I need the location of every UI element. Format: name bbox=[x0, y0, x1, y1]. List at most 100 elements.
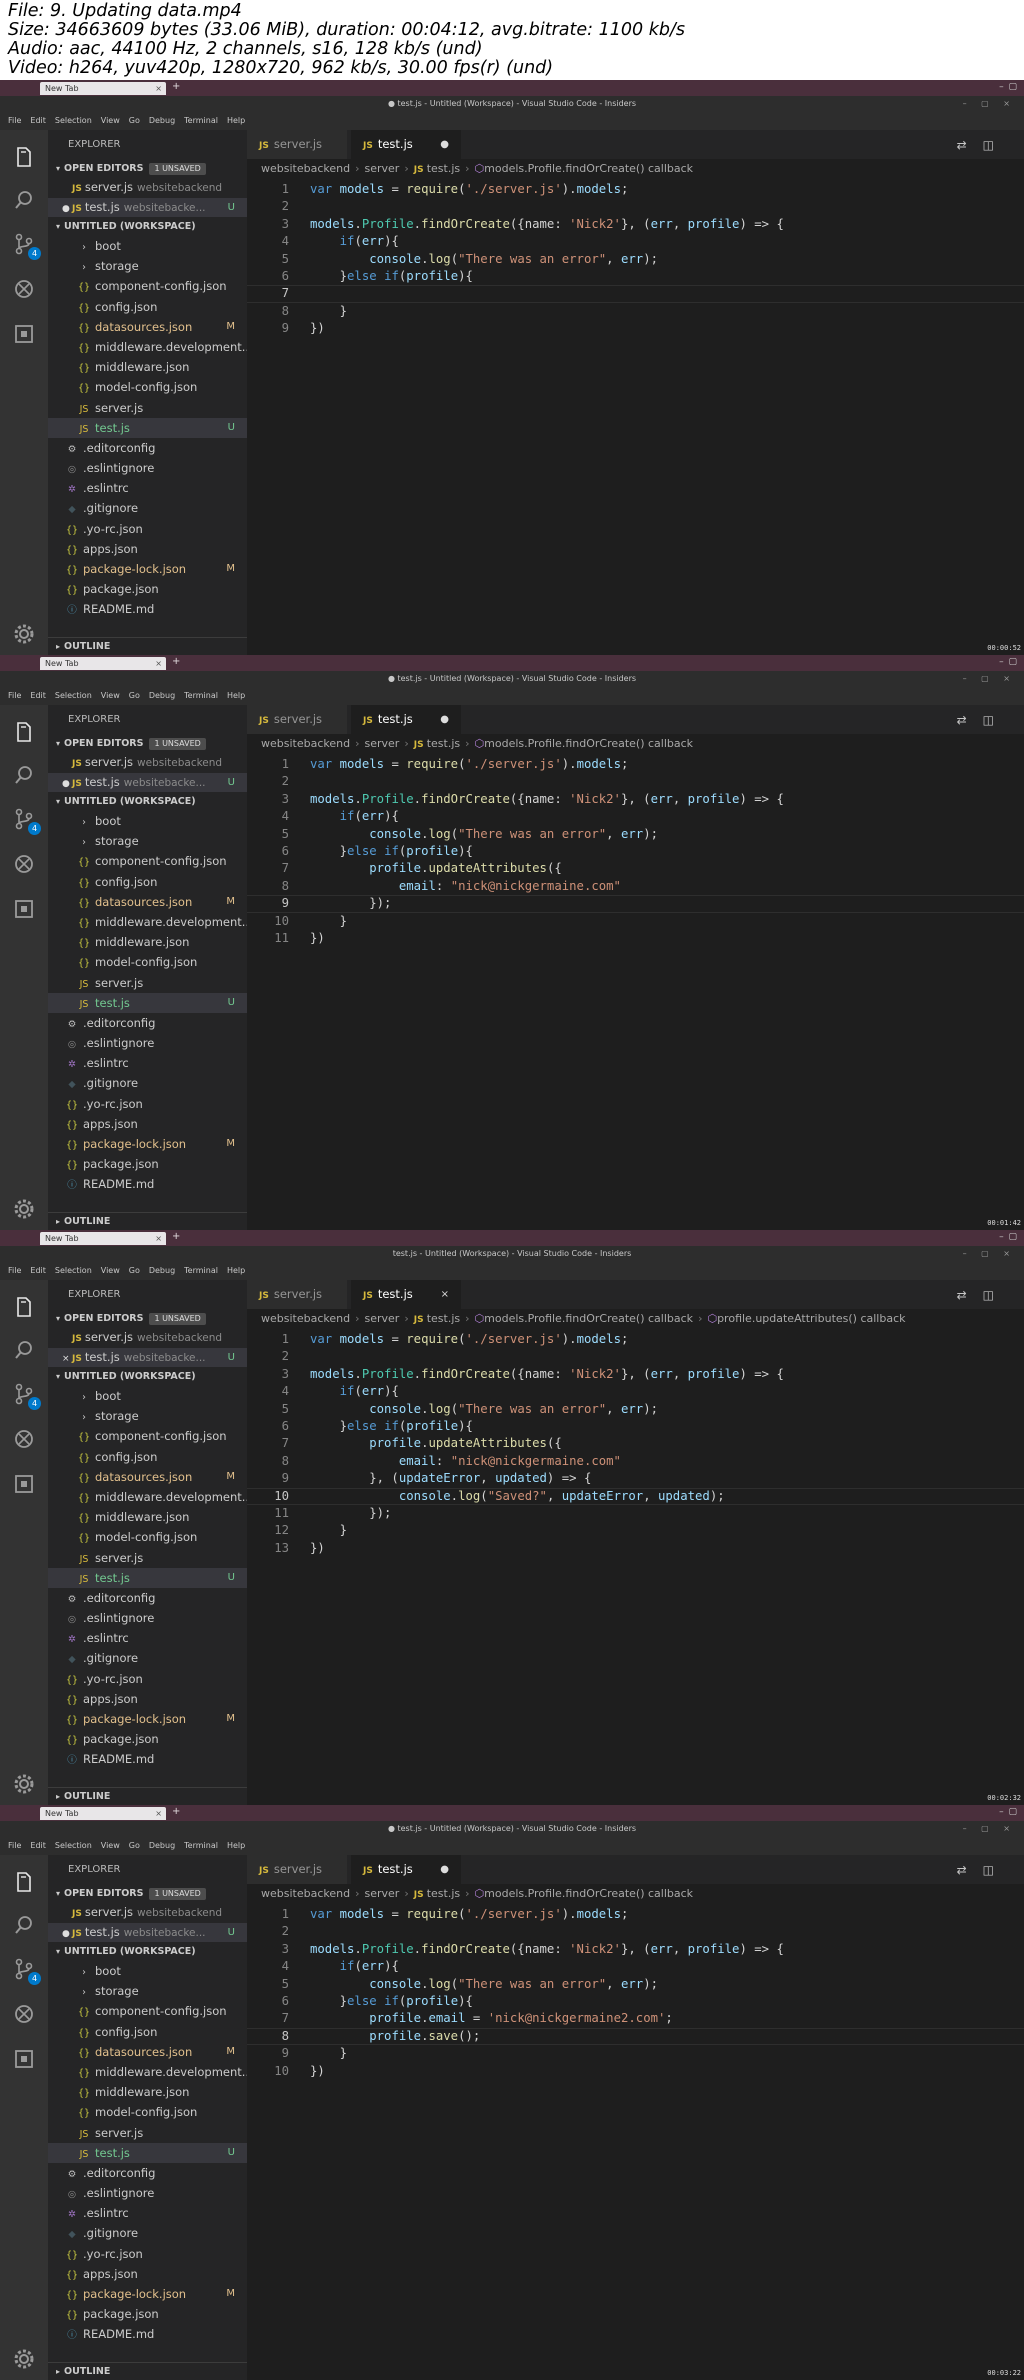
tree-item[interactable]: {} package.json bbox=[48, 1729, 247, 1749]
tree-item[interactable]: › storage bbox=[48, 831, 247, 851]
breadcrumb-item[interactable]: websitebackend bbox=[261, 162, 350, 175]
tree-item[interactable]: ✲ .eslintrc bbox=[48, 2203, 247, 2223]
tree-item[interactable]: ◆ .gitignore bbox=[48, 498, 247, 518]
tab-status[interactable]: ● bbox=[440, 130, 449, 159]
code-editor[interactable]: 1 var models = require('./server.js').mod… bbox=[247, 1906, 1024, 2080]
tree-item[interactable]: {} apps.json bbox=[48, 1114, 247, 1134]
tree-item[interactable]: ◆ .gitignore bbox=[48, 1073, 247, 1093]
menu-item[interactable]: Debug bbox=[149, 691, 175, 700]
close-icon[interactable]: × bbox=[155, 659, 162, 668]
window-controls[interactable]: – ▢ × bbox=[963, 1246, 1016, 1262]
split-editor-icon[interactable]: ◫ bbox=[983, 138, 1010, 152]
menu-item[interactable]: Help bbox=[227, 1841, 245, 1850]
breadcrumb-item[interactable]: server bbox=[365, 1312, 400, 1325]
menu-item[interactable]: Go bbox=[129, 116, 140, 125]
tree-item[interactable]: ◎ .eslintignore bbox=[48, 1608, 247, 1628]
code-line[interactable]: 9 } bbox=[247, 2045, 1024, 2062]
menu-item[interactable]: Edit bbox=[30, 691, 46, 700]
window-controls[interactable]: – ▢ bbox=[999, 1807, 1018, 1817]
breadcrumb-item[interactable]: models.Profile.findOrCreate() callback bbox=[484, 1312, 693, 1325]
menu-item[interactable]: Terminal bbox=[184, 1266, 218, 1275]
open-editor-status[interactable]: × bbox=[62, 1350, 72, 1368]
menu-item[interactable]: Go bbox=[129, 1841, 140, 1850]
breadcrumb-item[interactable]: test.js bbox=[427, 737, 460, 750]
code-editor[interactable]: 1 var models = require('./server.js').mod… bbox=[247, 756, 1024, 947]
editor-actions[interactable]: ⇄◫ bbox=[957, 713, 1010, 727]
code-editor[interactable]: 1 var models = require('./server.js').mod… bbox=[247, 1331, 1024, 1557]
code-line[interactable]: 3 models.Profile.findOrCreate({name: 'Nic… bbox=[247, 1941, 1024, 1958]
debug-icon[interactable] bbox=[12, 1427, 36, 1451]
code-line[interactable]: 9 }); bbox=[247, 895, 1024, 912]
breadcrumb-item[interactable]: models.Profile.findOrCreate() callback bbox=[484, 1887, 693, 1900]
tree-item[interactable]: {} package-lock.json M bbox=[48, 1134, 247, 1154]
tree-item[interactable]: {} apps.json bbox=[48, 1689, 247, 1709]
menu-item[interactable]: File bbox=[8, 116, 21, 125]
workspace-header[interactable]: ▾ UNTITLED (WORKSPACE) bbox=[48, 217, 247, 236]
window-controls[interactable]: – ▢ bbox=[999, 82, 1018, 92]
tree-item[interactable]: {} middleware.development... bbox=[48, 337, 247, 357]
browser-tab[interactable]: New Tab × bbox=[40, 82, 166, 95]
menu-item[interactable]: Debug bbox=[149, 1266, 175, 1275]
tree-item[interactable]: {} datasources.json M bbox=[48, 892, 247, 912]
window-controls[interactable]: – ▢ bbox=[999, 1232, 1018, 1242]
tree-item[interactable]: {} config.json bbox=[48, 1447, 247, 1467]
code-line[interactable]: 10 console.log("Saved?", updateError, up… bbox=[247, 1488, 1024, 1505]
files-icon[interactable] bbox=[12, 145, 36, 169]
tree-item[interactable]: ⚙ .editorconfig bbox=[48, 1013, 247, 1033]
outline-header[interactable]: ▸ OUTLINE bbox=[48, 2362, 247, 2380]
open-editor-item[interactable]: JS server.js websitebackend bbox=[48, 1903, 247, 1923]
tree-item[interactable]: JS test.js U bbox=[48, 992, 247, 1013]
code-line[interactable]: 11}) bbox=[247, 930, 1024, 947]
extensions-icon[interactable] bbox=[12, 897, 36, 921]
outline-header[interactable]: ▸ OUTLINE bbox=[48, 1787, 247, 1805]
split-compare-icon[interactable]: ⇄ bbox=[957, 713, 983, 727]
tree-item[interactable]: JS server.js bbox=[48, 398, 247, 418]
breadcrumb-item[interactable]: models.Profile.findOrCreate() callback bbox=[484, 162, 693, 175]
tab-server-js[interactable]: JS server.js bbox=[247, 1280, 347, 1309]
tree-item[interactable]: {} component-config.json bbox=[48, 2001, 247, 2021]
tree-item[interactable]: {} config.json bbox=[48, 297, 247, 317]
tree-item[interactable]: {} component-config.json bbox=[48, 1426, 247, 1446]
tree-item[interactable]: {} .yo-rc.json bbox=[48, 1094, 247, 1114]
tree-item[interactable]: › boot bbox=[48, 1961, 247, 1981]
breadcrumb-item[interactable]: websitebackend bbox=[261, 1312, 350, 1325]
search-icon[interactable] bbox=[12, 1338, 36, 1362]
close-icon[interactable]: × bbox=[155, 1234, 162, 1243]
tree-item[interactable]: ⓘ README.md bbox=[48, 2324, 247, 2344]
code-line[interactable]: 6 }else if(profile){ bbox=[247, 843, 1024, 860]
open-editor-item[interactable]: ● JS test.js websitebacke... U bbox=[48, 1922, 247, 1942]
code-line[interactable]: 6 }else if(profile){ bbox=[247, 1418, 1024, 1435]
menu-item[interactable]: Terminal bbox=[184, 691, 218, 700]
tree-item[interactable]: {} datasources.json M bbox=[48, 2042, 247, 2062]
browser-tab[interactable]: New Tab × bbox=[40, 1807, 166, 1820]
tree-item[interactable]: ✲ .eslintrc bbox=[48, 1628, 247, 1648]
files-icon[interactable] bbox=[12, 1295, 36, 1319]
code-line[interactable]: 12 } bbox=[247, 1522, 1024, 1539]
code-line[interactable]: 4 if(err){ bbox=[247, 233, 1024, 250]
menu-item[interactable]: File bbox=[8, 1841, 21, 1850]
new-tab-icon[interactable]: + bbox=[172, 81, 180, 92]
search-icon[interactable] bbox=[12, 1913, 36, 1937]
tree-item[interactable]: {} package.json bbox=[48, 1154, 247, 1174]
tree-item[interactable]: › boot bbox=[48, 1386, 247, 1406]
open-editors-header[interactable]: ▾ OPEN EDITORS 1 UNSAVED bbox=[48, 1884, 247, 1903]
open-editor-status[interactable]: ● bbox=[62, 200, 72, 218]
breadcrumb-item[interactable]: profile.updateAttributes() callback bbox=[717, 1312, 905, 1325]
code-line[interactable]: 1 var models = require('./server.js').mod… bbox=[247, 756, 1024, 773]
tree-item[interactable]: ⓘ README.md bbox=[48, 1174, 247, 1194]
tree-item[interactable]: ⚙ .editorconfig bbox=[48, 438, 247, 458]
code-line[interactable]: 7 bbox=[247, 285, 1024, 302]
tree-item[interactable]: JS server.js bbox=[48, 973, 247, 993]
tree-item[interactable]: {} middleware.json bbox=[48, 357, 247, 377]
breadcrumb-item[interactable]: websitebackend bbox=[261, 1887, 350, 1900]
breadcrumb-item[interactable]: websitebackend bbox=[261, 737, 350, 750]
code-line[interactable]: 7 profile.email = 'nick@nickgermaine2.co… bbox=[247, 2010, 1024, 2027]
tree-item[interactable]: › storage bbox=[48, 1981, 247, 2001]
code-line[interactable]: 2 bbox=[247, 198, 1024, 215]
split-compare-icon[interactable]: ⇄ bbox=[957, 1288, 983, 1302]
code-line[interactable]: 8 email: "nick@nickgermaine.com" bbox=[247, 878, 1024, 895]
search-icon[interactable] bbox=[12, 188, 36, 212]
outline-header[interactable]: ▸ OUTLINE bbox=[48, 1212, 247, 1230]
gear-icon[interactable] bbox=[12, 2347, 36, 2371]
window-controls[interactable]: – ▢ × bbox=[963, 671, 1016, 687]
